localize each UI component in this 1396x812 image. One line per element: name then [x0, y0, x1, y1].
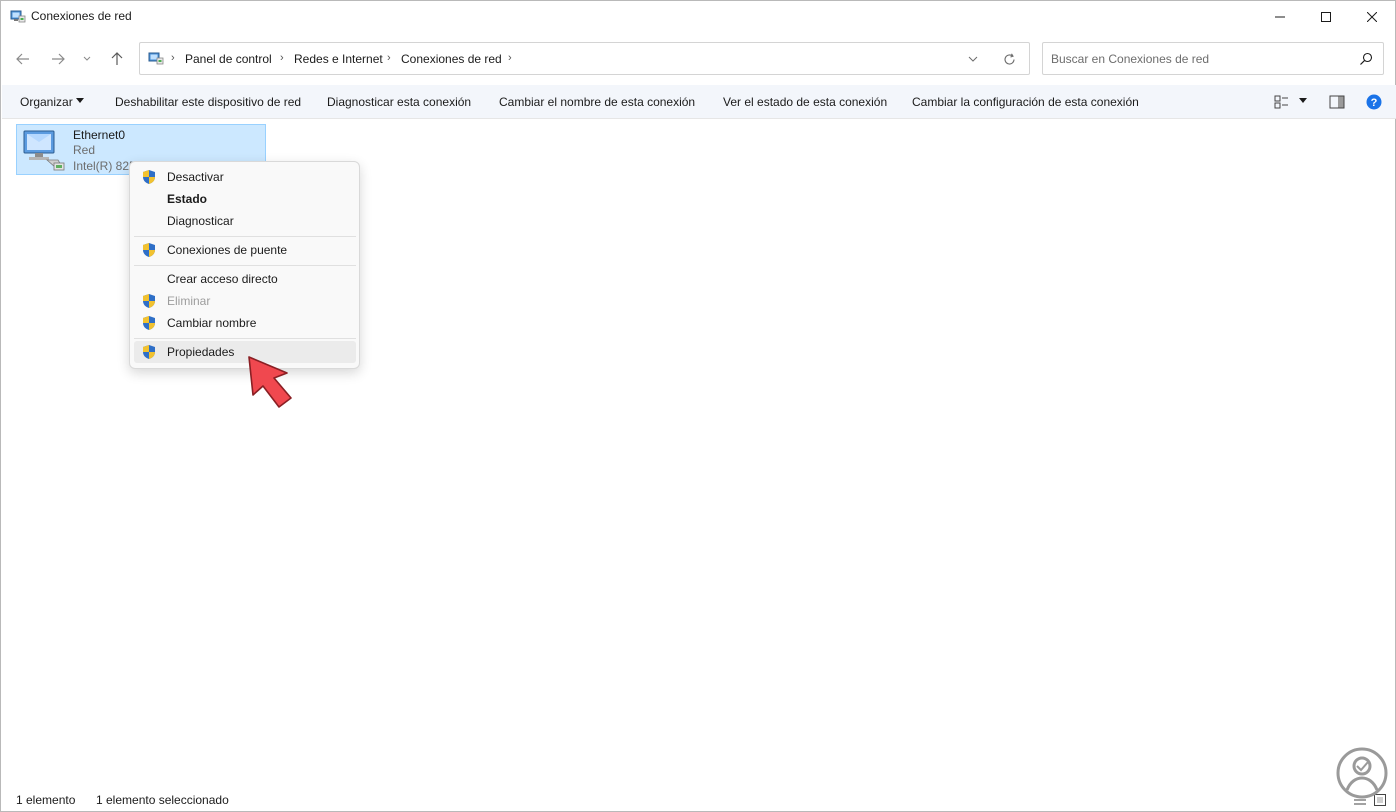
change-settings-button[interactable]: Cambiar la configuración de esta conexió…	[912, 95, 1139, 109]
recent-locations-button[interactable]	[77, 45, 97, 73]
breadcrumb-network-internet[interactable]: Redes e Internet	[294, 52, 383, 66]
menu-item-disable[interactable]: Desactivar	[134, 166, 356, 188]
up-button[interactable]	[104, 45, 130, 73]
connection-adapter: Intel(R) 825	[73, 159, 136, 173]
chevron-right-icon: ›	[171, 52, 175, 64]
control-panel-icon	[148, 52, 164, 65]
address-bar[interactable]: › Panel de control › Redes e Internet › …	[139, 42, 1030, 75]
address-history-button[interactable]	[964, 51, 982, 67]
chevron-right-icon[interactable]: ›	[387, 52, 391, 64]
pointer-arrow-icon	[248, 356, 292, 408]
menu-separator	[134, 338, 356, 339]
menu-label: Conexiones de puente	[167, 243, 288, 257]
disable-device-button[interactable]: Deshabilitar este dispositivo de red	[115, 95, 301, 109]
minimize-icon	[1275, 16, 1285, 18]
menu-item-bridge[interactable]: Conexiones de puente	[134, 239, 356, 261]
maximize-icon	[1321, 12, 1331, 22]
chevron-right-icon[interactable]: ›	[280, 52, 284, 64]
change-view-icon[interactable]	[1274, 94, 1290, 110]
search-input[interactable]	[1051, 50, 1351, 68]
menu-separator	[134, 265, 356, 266]
arrow-left-icon	[16, 53, 29, 65]
network-connections-icon	[10, 10, 26, 23]
close-button[interactable]	[1349, 1, 1395, 33]
caret-down-icon[interactable]	[1299, 98, 1307, 103]
menu-label: Desactivar	[167, 170, 224, 184]
ethernet-adapter-icon	[23, 130, 65, 171]
refresh-icon	[1003, 53, 1015, 65]
connection-name: Ethernet0	[73, 128, 126, 142]
menu-label: Estado	[167, 192, 208, 206]
status-selected-count: 1 elemento seleccionado	[96, 793, 229, 807]
menu-label: Crear acceso directo	[167, 272, 278, 286]
arrow-right-icon	[52, 53, 65, 65]
preview-pane-icon[interactable]	[1329, 94, 1345, 110]
menu-label: Diagnosticar	[167, 214, 234, 228]
help-icon[interactable]: ?	[1366, 94, 1382, 110]
window-title: Conexiones de red	[31, 9, 132, 23]
arrow-up-icon	[111, 52, 123, 65]
menu-item-rename[interactable]: Cambiar nombre	[134, 312, 356, 334]
breadcrumb-network-connections[interactable]: Conexiones de red	[401, 52, 502, 66]
forward-button[interactable]	[45, 45, 71, 73]
explorer-window: Conexiones de red › Panel de control › R…	[0, 0, 1396, 812]
menu-item-create-shortcut[interactable]: Crear acceso directo	[134, 268, 356, 290]
caret-down-icon[interactable]	[76, 98, 84, 103]
organize-menu[interactable]: Organizar	[20, 95, 73, 109]
uac-shield-icon	[143, 243, 155, 257]
connection-network: Red	[73, 143, 96, 157]
uac-shield-icon	[143, 316, 155, 330]
context-menu: Desactivar Estado Diagnosticar Conexione…	[129, 161, 360, 369]
svg-text:?: ?	[1371, 97, 1378, 109]
watermark-logo	[1336, 747, 1388, 799]
menu-item-status[interactable]: Estado	[134, 188, 356, 210]
back-button[interactable]	[10, 45, 36, 73]
breadcrumb-control-panel[interactable]: Panel de control	[185, 52, 272, 66]
menu-label: Propiedades	[167, 345, 235, 359]
menu-label: Cambiar nombre	[167, 316, 257, 330]
uac-shield-icon	[143, 345, 155, 359]
search-box[interactable]	[1042, 42, 1384, 75]
title-bar: Conexiones de red	[1, 1, 1395, 33]
close-icon	[1367, 12, 1377, 22]
maximize-button[interactable]	[1303, 1, 1349, 33]
rename-connection-button[interactable]: Cambiar el nombre de esta conexión	[499, 95, 695, 109]
chevron-down-icon	[83, 56, 91, 61]
search-icon[interactable]	[1359, 52, 1373, 66]
view-status-button[interactable]: Ver el estado de esta conexión	[723, 95, 887, 109]
diagnose-connection-button[interactable]: Diagnosticar esta conexión	[327, 95, 471, 109]
uac-shield-icon	[143, 170, 155, 184]
command-bar: Organizar Deshabilitar este dispositivo …	[2, 85, 1396, 119]
menu-item-diagnose[interactable]: Diagnosticar	[134, 210, 356, 232]
menu-label: Eliminar	[167, 294, 211, 308]
chevron-down-icon	[968, 56, 978, 62]
minimize-button[interactable]	[1257, 1, 1303, 33]
status-item-count: 1 elemento	[16, 793, 76, 807]
chevron-right-icon[interactable]: ›	[508, 52, 512, 64]
menu-item-delete: Eliminar	[134, 290, 356, 312]
refresh-button[interactable]	[1000, 51, 1018, 67]
menu-separator	[134, 236, 356, 237]
uac-shield-icon	[143, 294, 155, 308]
